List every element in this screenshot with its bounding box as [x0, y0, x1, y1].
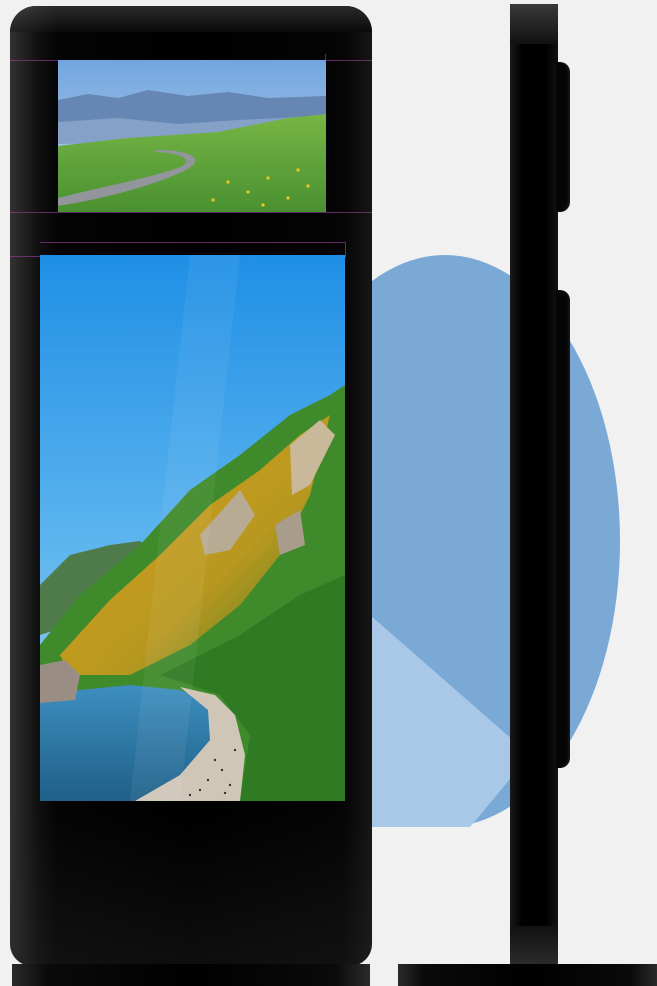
main-screen [40, 255, 345, 801]
front-base [12, 964, 370, 986]
kiosk-bottom-panel [10, 816, 372, 966]
side-main-panel [556, 290, 570, 768]
kiosk-top-bezel [10, 6, 372, 32]
top-screen [58, 60, 326, 212]
side-bottom-cap [510, 926, 558, 966]
kiosk-side-profile [510, 4, 558, 966]
guide-line [345, 242, 346, 258]
side-top-panel [556, 62, 570, 212]
guide-line [40, 242, 345, 243]
guide-line [10, 212, 372, 213]
side-top-cap [510, 4, 558, 44]
side-base [398, 964, 657, 986]
